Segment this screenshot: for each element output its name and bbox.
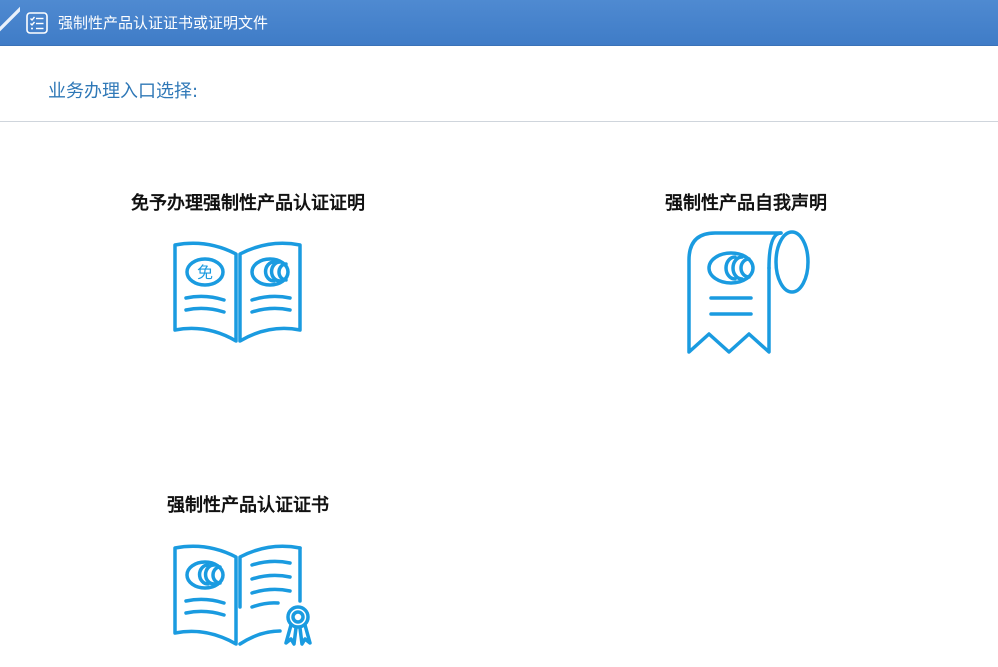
section-divider bbox=[0, 121, 998, 122]
option-exempt-certificate-label[interactable]: 免予办理强制性产品认证证明 bbox=[112, 192, 384, 216]
exempt-glyph: 免 bbox=[197, 263, 213, 282]
option-certification-certificate[interactable]: 强制性产品认证证书 bbox=[152, 494, 344, 518]
scroll-ccc-declaration-icon[interactable] bbox=[685, 230, 813, 356]
open-book-certificate-ribbon-icon[interactable] bbox=[172, 543, 318, 649]
section-label: 业务办理入口选择: bbox=[48, 81, 199, 102]
option-exempt-certificate[interactable]: 免予办理强制性产品认证证明 bbox=[112, 192, 384, 216]
option-certification-certificate-label[interactable]: 强制性产品认证证书 bbox=[152, 494, 344, 518]
option-self-declaration-label[interactable]: 强制性产品自我声明 bbox=[648, 192, 844, 216]
checklist-icon bbox=[26, 12, 48, 34]
titlebar-corner-decoration bbox=[0, 0, 20, 46]
option-self-declaration[interactable]: 强制性产品自我声明 bbox=[648, 192, 844, 216]
window-title: 强制性产品认证证书或证明文件 bbox=[58, 14, 269, 32]
open-book-exempt-ccc-icon[interactable]: 免 bbox=[172, 240, 304, 346]
window-titlebar: 强制性产品认证证书或证明文件 bbox=[0, 0, 998, 46]
